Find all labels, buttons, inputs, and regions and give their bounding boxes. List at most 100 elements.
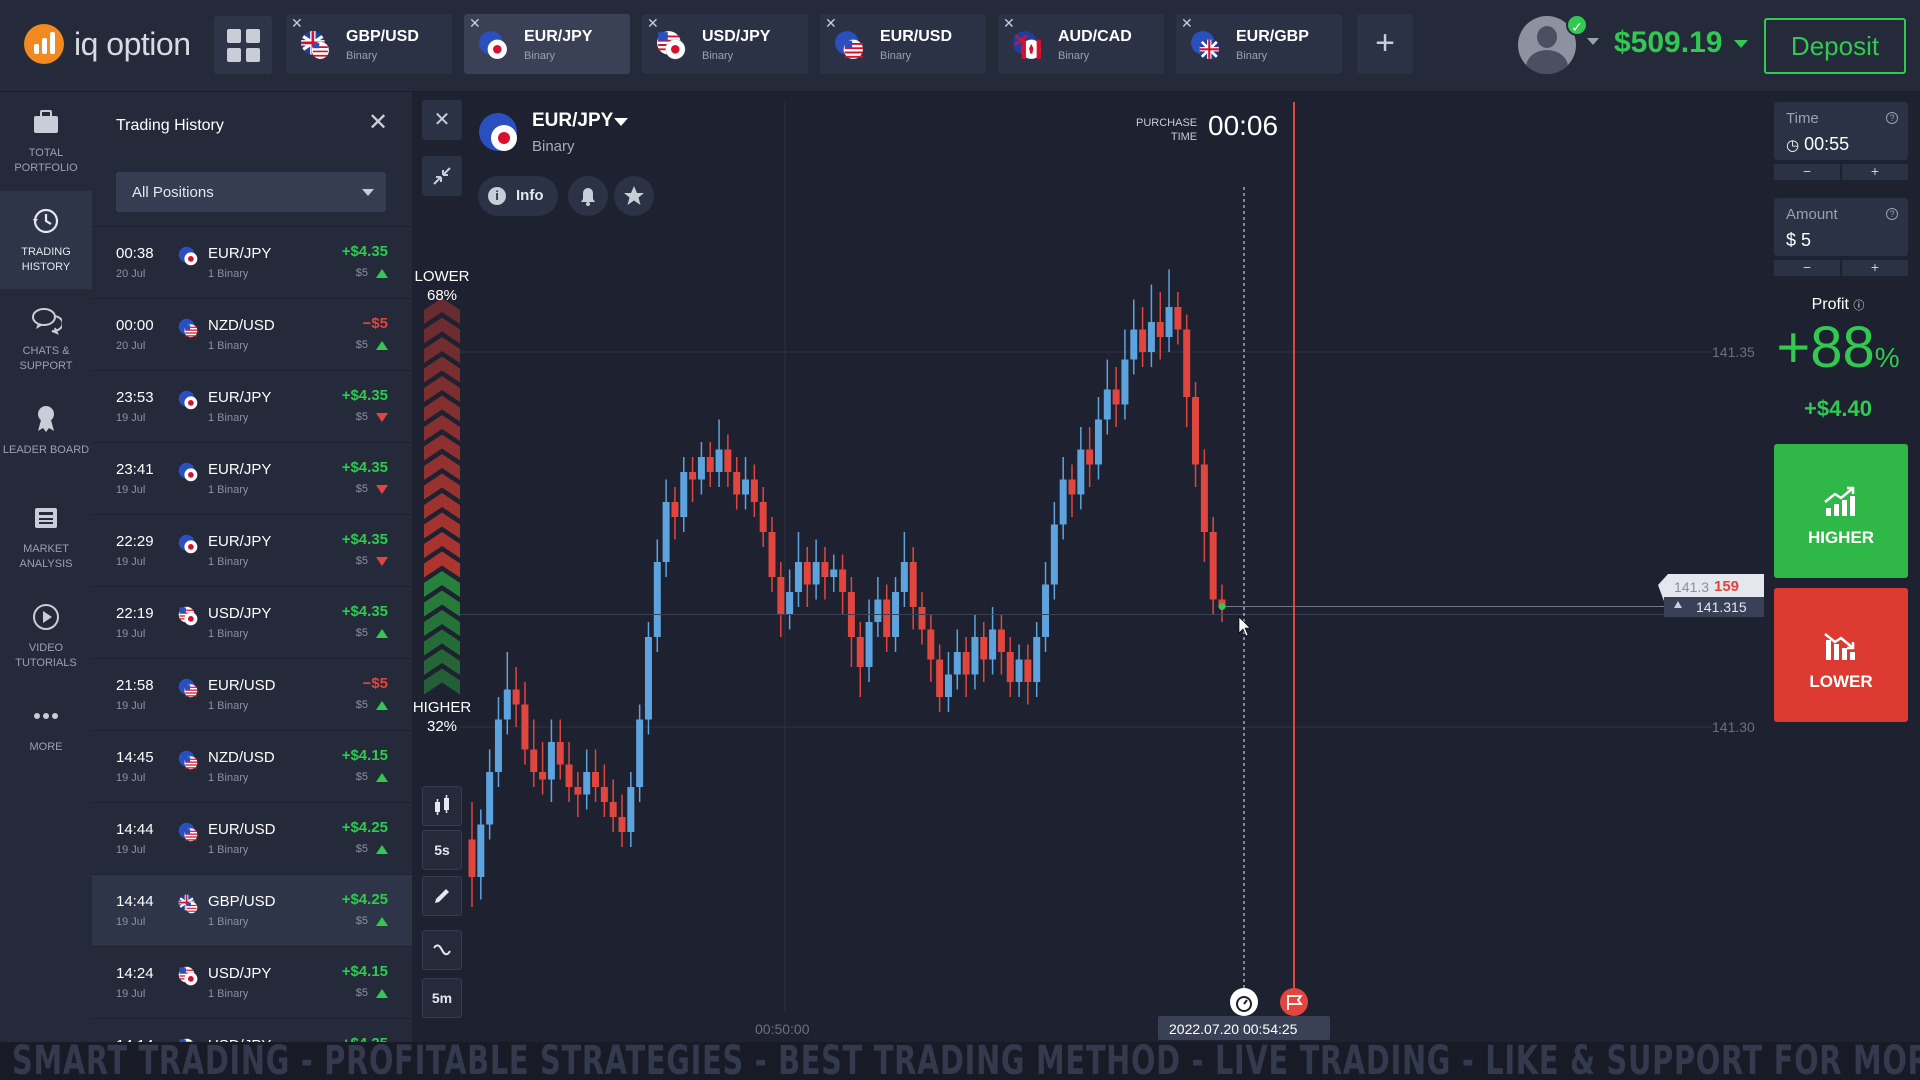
trend-up-icon <box>1824 486 1855 516</box>
asset-tab-eur-jpy[interactable]: ✕ EUR/JPY Binary <box>464 14 630 74</box>
nav-market-analysis[interactable]: MARKET ANALYSIS <box>0 488 92 586</box>
candle-body <box>468 839 476 877</box>
chart-area[interactable]: 141.3 159 141.315 141.35 141.30 00:50:00 2022.… <box>412 92 1768 1042</box>
timeframe-5m-button[interactable]: 5m <box>422 978 462 1018</box>
price-chart[interactable]: 141.3 159 141.315 141.35 141.30 00:50:00 2022.… <box>412 92 1768 1042</box>
row-date: 19 Jul <box>116 700 146 712</box>
time-plus-button[interactable]: + <box>1842 164 1908 180</box>
asset-tab-usd-jpy[interactable]: ✕ USD/JPY Binary <box>642 14 808 74</box>
candle-body <box>697 457 705 480</box>
close-panel-icon[interactable]: ✕ <box>368 108 388 137</box>
row-amount: $5 <box>355 339 368 351</box>
apps-grid-button[interactable] <box>214 16 272 74</box>
timeframe-5s-button[interactable]: 5s <box>422 830 462 870</box>
higher-button[interactable]: HIGHER <box>1774 444 1908 578</box>
history-row[interactable]: 00:00 20 Jul NZD/USD 1 Binary −$5 $5 <box>92 298 412 370</box>
logo-icon <box>24 24 64 64</box>
favorite-button[interactable] <box>614 176 654 216</box>
nav-more[interactable]: MORE <box>0 686 92 784</box>
logo[interactable]: iq option <box>24 24 191 64</box>
row-amount: $5 <box>355 627 368 639</box>
row-profit: +$4.35 <box>341 531 388 548</box>
candle-body <box>874 599 882 622</box>
avatar-dropdown-icon[interactable] <box>1587 38 1599 45</box>
candle-body <box>865 622 873 667</box>
info-button[interactable]: i Info <box>478 176 558 216</box>
deposit-button[interactable]: Deposit <box>1764 18 1906 74</box>
row-profit: +$4.15 <box>341 747 388 764</box>
candle-body <box>600 787 608 802</box>
asset-name[interactable]: EUR/JPY <box>532 110 613 132</box>
history-row[interactable]: 22:19 19 Jul USD/JPY 1 Binary +$4.35 $5 <box>92 586 412 658</box>
balance-dropdown-icon[interactable] <box>1734 40 1748 48</box>
row-amount: $5 <box>355 267 368 279</box>
account-balance[interactable]: $509.19 <box>1614 26 1722 60</box>
amount-field[interactable]: Amount ? $ 5 <box>1774 198 1908 256</box>
indicators-button[interactable] <box>422 930 462 970</box>
row-time: 23:41 <box>116 461 154 478</box>
asset-tab-eur-gbp[interactable]: ✕ EUR/GBP Binary <box>1176 14 1342 74</box>
jpy-flag-icon <box>178 534 198 554</box>
row-pair: NZD/USD <box>208 317 275 334</box>
candle-body <box>671 502 679 517</box>
history-row[interactable]: 00:38 20 Jul EUR/JPY 1 Binary +$4.35 $5 <box>92 226 412 298</box>
amount-plus-button[interactable]: + <box>1842 260 1908 276</box>
nav-video-tutorials[interactable]: VIDEO TUTORIALS <box>0 587 92 685</box>
history-row[interactable]: 14:1419 JulUSD/JPY1 Binary+$4.25$5 <box>92 1018 412 1042</box>
row-profit: +$4.35 <box>341 459 388 476</box>
alert-bell-button[interactable] <box>568 176 608 216</box>
tab-pair: EUR/JPY <box>524 28 593 45</box>
tab-type: Binary <box>702 50 734 62</box>
candle-body <box>1121 359 1129 405</box>
nav-trading-history[interactable]: TRADING HISTORY <box>0 191 92 289</box>
collapse-icon[interactable] <box>422 156 462 196</box>
candle-body <box>856 637 864 667</box>
history-row[interactable]: 14:44 19 Jul EUR/USD 1 Binary +$4.25 $5 <box>92 802 412 874</box>
candle-body <box>768 532 776 577</box>
row-time: 14:44 <box>116 893 154 910</box>
candle-body <box>556 742 564 765</box>
lower-button[interactable]: LOWER <box>1774 588 1908 722</box>
gbp2-flag-icon <box>1191 31 1219 59</box>
history-row[interactable]: 23:53 19 Jul EUR/JPY 1 Binary +$4.35 $5 <box>92 370 412 442</box>
history-row[interactable]: 22:29 19 Jul EUR/JPY 1 Binary +$4.35 $5 <box>92 514 412 586</box>
expiry-time-field[interactable]: Time ? ◷ 00:55 <box>1774 102 1908 160</box>
candle-body <box>565 764 573 787</box>
candle-body <box>759 502 767 532</box>
draw-tool-button[interactable] <box>422 876 462 916</box>
row-pair: GBP/USD <box>208 893 276 910</box>
history-row[interactable]: 14:24 19 Jul USD/JPY 1 Binary +$4.15 $5 <box>92 946 412 1018</box>
tab-pair: EUR/USD <box>880 28 953 45</box>
candle-body <box>918 607 926 630</box>
help-icon[interactable]: ? <box>1886 208 1898 220</box>
asset-tab-aud-cad[interactable]: ✕ AUD/CAD Binary <box>998 14 1164 74</box>
history-row[interactable]: 14:44 19 Jul GBP/USD 1 Binary +$4.25 $5 <box>92 874 412 946</box>
row-type: 1 Binary <box>208 844 249 856</box>
time-minus-button[interactable]: − <box>1774 164 1840 180</box>
tab-type: Binary <box>524 50 556 62</box>
candle-body <box>1147 322 1155 352</box>
help-icon[interactable]: ? <box>1886 112 1898 124</box>
chart-type-candles-button[interactable] <box>422 786 462 826</box>
history-row[interactable]: 21:58 19 Jul EUR/USD 1 Binary −$5 $5 <box>92 658 412 730</box>
trade-panel: Time ? ◷ 00:55 − + Amount ? $ 5 − + Prof… <box>1768 92 1920 1042</box>
close-chart-icon[interactable]: ✕ <box>422 100 462 140</box>
indicator-wave-icon <box>433 944 451 956</box>
candle-body <box>821 562 829 577</box>
nav-total-portfolio[interactable]: TOTAL PORTFOLIO <box>0 92 92 190</box>
nav-leader-board[interactable]: LEADER BOARD <box>0 389 92 487</box>
price-tag-label: 159 <box>1714 578 1739 595</box>
history-row[interactable]: 23:41 19 Jul EUR/JPY 1 Binary +$4.35 $5 <box>92 442 412 514</box>
asset-dropdown-icon[interactable] <box>614 118 628 126</box>
candle-body <box>812 562 820 585</box>
asset-tab-eur-usd[interactable]: ✕ EUR/USD Binary <box>820 14 986 74</box>
positions-filter-select[interactable]: All Positions <box>116 172 386 212</box>
tab-type: Binary <box>1058 50 1090 62</box>
candle-body <box>494 719 502 772</box>
nav-chats-support[interactable]: CHATS & SUPPORT <box>0 290 92 388</box>
add-tab-button[interactable]: + <box>1357 14 1413 74</box>
top-bar: iq option ✕ GBP/USD Binary ✕ EUR/JPY Binary ✕ U… <box>0 0 1920 92</box>
amount-minus-button[interactable]: − <box>1774 260 1840 276</box>
asset-tab-gbp-usd[interactable]: ✕ GBP/USD Binary <box>286 14 452 74</box>
history-row[interactable]: 14:45 19 Jul NZD/USD 1 Binary +$4.15 $5 <box>92 730 412 802</box>
